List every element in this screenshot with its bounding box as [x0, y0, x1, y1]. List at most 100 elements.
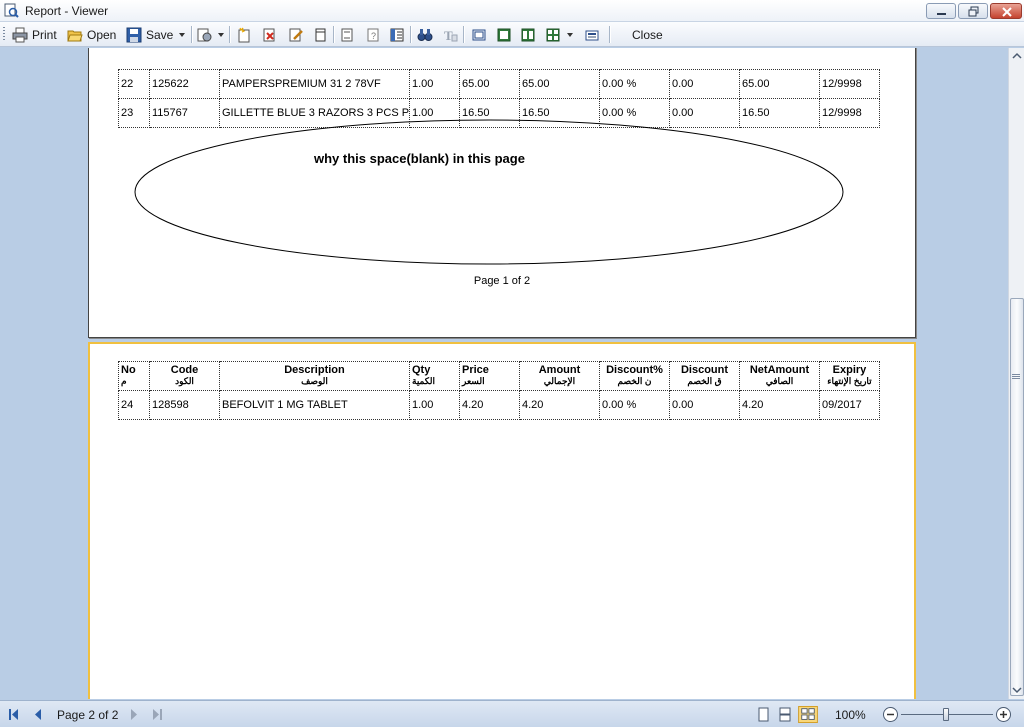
- document-map-button[interactable]: [389, 25, 405, 44]
- toolbar-separator: [410, 26, 411, 43]
- column-header: No م: [118, 361, 150, 391]
- close-icon: [1002, 7, 1012, 17]
- delete-item-button[interactable]: [261, 25, 277, 44]
- report-page-1: 22 125622 PAMPERSPREMIUM 31 2 78VF 1.00 65.0…: [88, 48, 916, 338]
- single-page-view-button[interactable]: [471, 25, 487, 44]
- toolbar-grip[interactable]: [3, 27, 5, 42]
- column-header-arabic: الإجمالي: [543, 376, 576, 386]
- page-background-icon: [585, 30, 599, 40]
- open-button[interactable]: Open: [67, 25, 116, 44]
- column-header: Code الكود: [149, 361, 220, 391]
- multiple-pages-icon: [546, 28, 560, 41]
- close-label: Close: [632, 27, 663, 42]
- help-page-icon: ?: [367, 28, 379, 41]
- last-page-icon[interactable]: [151, 706, 165, 723]
- copy-button[interactable]: [312, 25, 328, 44]
- table-cell: 125622: [149, 69, 220, 99]
- page-setup-icon: [197, 28, 212, 41]
- text-format-button[interactable]: T: [442, 25, 458, 44]
- window-title: Report - Viewer: [25, 4, 109, 18]
- save-button[interactable]: Save: [126, 25, 186, 44]
- zoom-in-icon[interactable]: [995, 706, 1012, 723]
- column-header: NetAmount الصافي: [739, 361, 820, 391]
- column-header-english: NetAmount: [749, 364, 810, 376]
- toolbar-separator: [191, 26, 192, 43]
- column-header-arabic: الوصف: [301, 376, 328, 386]
- column-header-english: No: [121, 364, 136, 376]
- header-footer-button[interactable]: [339, 25, 355, 44]
- print-button[interactable]: Print: [12, 25, 57, 44]
- header-footer-icon: [341, 28, 353, 41]
- page-icon: [315, 28, 326, 41]
- column-header-english: Discount%: [606, 364, 663, 376]
- table-cell: 4.20: [519, 390, 600, 420]
- zoom-slider[interactable]: [882, 706, 1012, 723]
- table-cell: 12/9998: [819, 69, 880, 99]
- zoom-out-icon[interactable]: [882, 706, 899, 723]
- page-width-icon: [497, 28, 511, 41]
- find-button[interactable]: [417, 25, 433, 44]
- single-page-mode-icon[interactable]: [755, 706, 771, 723]
- column-header: Amount الإجمالي: [519, 361, 600, 391]
- table-cell: 128598: [149, 390, 220, 420]
- table-cell: 09/2017: [819, 390, 880, 420]
- previous-page-icon[interactable]: [31, 706, 45, 723]
- column-header-english: Expiry: [832, 364, 867, 376]
- scrollbar-thumb[interactable]: [1010, 298, 1024, 696]
- title-bar: Report - Viewer: [0, 0, 1024, 22]
- table-cell: PAMPERSPREMIUM 31 2 78VF: [219, 69, 410, 99]
- table-cell: 4.20: [739, 390, 820, 420]
- new-page-icon: [238, 27, 250, 42]
- table-header-row: No م Code الكود Description الوصف Qty الكمية Pri…: [118, 361, 880, 391]
- text-format-icon: T: [444, 28, 458, 43]
- save-dropdown-arrow-icon[interactable]: [179, 32, 186, 37]
- table-cell: 1.00: [409, 390, 460, 420]
- document-preview-area[interactable]: 22 125622 PAMPERSPREMIUM 31 2 78VF 1.00 65.0…: [0, 48, 1008, 699]
- toolbar-separator: [229, 26, 230, 43]
- column-header-english: Amount: [538, 364, 581, 376]
- table-cell: 0.00: [669, 390, 740, 420]
- zoom-slider-track[interactable]: [901, 706, 993, 723]
- printer-icon: [12, 27, 28, 42]
- table-cell: 4.20: [459, 390, 520, 420]
- multi-page-mode-icon[interactable]: [797, 706, 819, 723]
- multiple-pages-button[interactable]: [545, 25, 573, 44]
- vertical-scrollbar[interactable]: [1008, 48, 1024, 699]
- scroll-up-arrow-icon[interactable]: [1009, 48, 1024, 64]
- zoom-slider-thumb[interactable]: [943, 708, 949, 721]
- table-cell: 1.00: [409, 69, 460, 99]
- background-button[interactable]: [584, 25, 600, 44]
- column-header-arabic: الكود: [175, 376, 194, 386]
- binoculars-icon: [417, 28, 433, 41]
- table-cell: 0.00 %: [599, 390, 670, 420]
- delete-page-icon: [263, 28, 275, 41]
- help-button[interactable]: ?: [365, 25, 381, 44]
- close-window-button[interactable]: [990, 3, 1022, 19]
- column-header: Price السعر: [459, 361, 520, 391]
- continuous-mode-icon[interactable]: [777, 706, 793, 723]
- edit-pencil-icon: [289, 28, 303, 41]
- page-setup-dropdown-arrow-icon[interactable]: [218, 32, 224, 37]
- column-header-arabic: السعر: [462, 376, 485, 386]
- close-preview-button[interactable]: Close: [628, 25, 663, 44]
- table-cell: 24: [118, 390, 150, 420]
- facing-pages-view-button[interactable]: [520, 25, 536, 44]
- column-header: Expiry تاريخ الإنتهاء: [819, 361, 880, 391]
- table-cell: BEFOLVIT 1 MG TABLET: [219, 390, 410, 420]
- new-item-button[interactable]: [236, 25, 252, 44]
- minimize-button[interactable]: [926, 3, 956, 19]
- edit-button[interactable]: [288, 25, 304, 44]
- table-cell: 0.00: [669, 69, 740, 99]
- first-page-icon[interactable]: [6, 706, 20, 723]
- scrollbar-grip: [1012, 374, 1020, 380]
- page-setup-button[interactable]: [196, 25, 224, 44]
- table-row: 22 125622 PAMPERSPREMIUM 31 2 78VF 1.00 65.0…: [118, 69, 880, 99]
- next-page-icon[interactable]: [127, 706, 141, 723]
- maximize-button[interactable]: [958, 3, 988, 19]
- scroll-down-arrow-icon[interactable]: [1009, 682, 1024, 698]
- multiple-pages-dropdown-arrow-icon[interactable]: [567, 32, 573, 37]
- two-page-view-button[interactable]: [496, 25, 512, 44]
- facing-pages-icon: [521, 28, 535, 41]
- open-label: Open: [87, 27, 117, 42]
- minimize-icon: [937, 13, 946, 15]
